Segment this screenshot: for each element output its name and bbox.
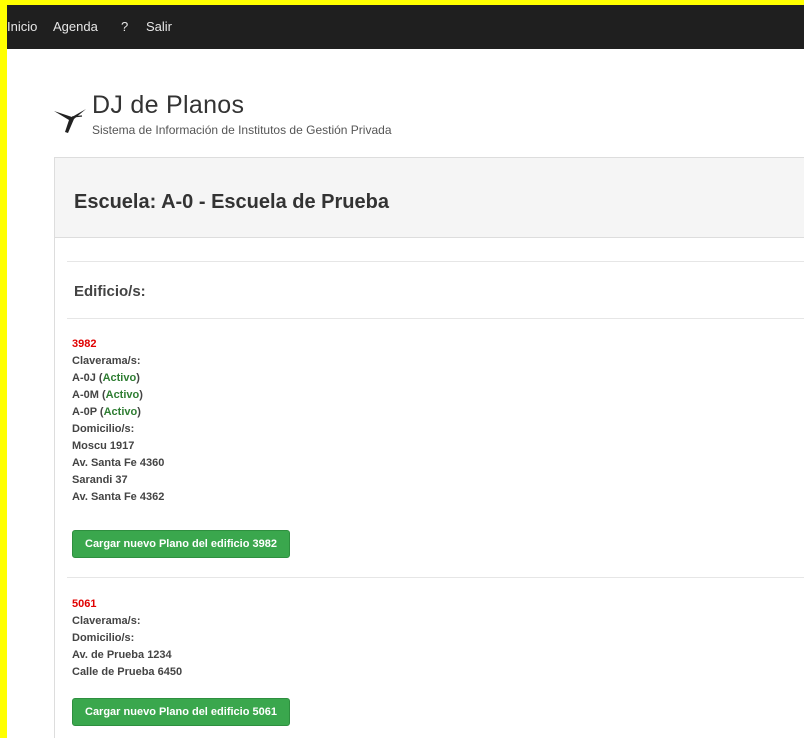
domicilio-item: Av. Santa Fe 4360 <box>72 457 165 469</box>
hummingbird-logo-icon <box>54 109 86 133</box>
school-panel: Escuela: A-0 - Escuela de Prueba Edifici… <box>54 157 804 738</box>
building-code: 5061 <box>72 598 97 610</box>
app-subtitle: Sistema de Información de Institutos de … <box>92 123 392 137</box>
panel-heading: Escuela: A-0 - Escuela de Prueba <box>55 158 804 238</box>
domicilio-label: Domicilio/s: <box>72 632 135 644</box>
domicilio-item: Av. Santa Fe 4362 <box>72 491 165 503</box>
status-badge: Activo <box>105 389 140 401</box>
divider <box>67 261 804 262</box>
top-navbar: Inicio Agenda ? Salir <box>7 5 804 49</box>
building-block: 5061 Claverama/s: Domicilio/s: Av. de Pr… <box>72 596 182 681</box>
divider <box>67 577 804 578</box>
building-block: 3982 Claverama/s: A-0J (Activo) A-0M (Ac… <box>72 336 164 506</box>
building-code: 3982 <box>72 338 97 350</box>
status-badge: Activo <box>102 372 137 384</box>
buildings-section-title: Edificio/s: <box>74 283 146 300</box>
status-badge: Activo <box>103 406 138 418</box>
claverama-label: Claverama/s: <box>72 615 141 627</box>
school-title: Escuela: A-0 - Escuela de Prueba <box>74 191 389 213</box>
domicilio-item: Sarandi 37 <box>72 474 128 486</box>
nav-help[interactable]: ? <box>121 19 128 34</box>
domicilio-item: Moscu 1917 <box>72 440 135 452</box>
nav-salir[interactable]: Salir <box>146 19 172 34</box>
divider <box>67 318 804 319</box>
claverama-label: Claverama/s: <box>72 355 141 367</box>
domicilio-item: Av. de Prueba 1234 <box>72 649 172 661</box>
upload-plan-button[interactable]: Cargar nuevo Plano del edificio 5061 <box>72 698 290 726</box>
claverama-item: A-0M (Activo) <box>72 389 143 401</box>
app-title: DJ de Planos <box>92 91 245 119</box>
domicilio-label: Domicilio/s: <box>72 423 135 435</box>
domicilio-item: Calle de Prueba 6450 <box>72 666 183 678</box>
nav-inicio[interactable]: Inicio <box>7 19 37 34</box>
nav-agenda[interactable]: Agenda <box>53 19 98 34</box>
claverama-item: A-0J (Activo) <box>72 372 140 384</box>
upload-plan-button[interactable]: Cargar nuevo Plano del edificio 3982 <box>72 530 290 558</box>
claverama-item: A-0P (Activo) <box>72 406 141 418</box>
page-frame: Inicio Agenda ? Salir DJ de Planos Siste… <box>7 5 804 738</box>
